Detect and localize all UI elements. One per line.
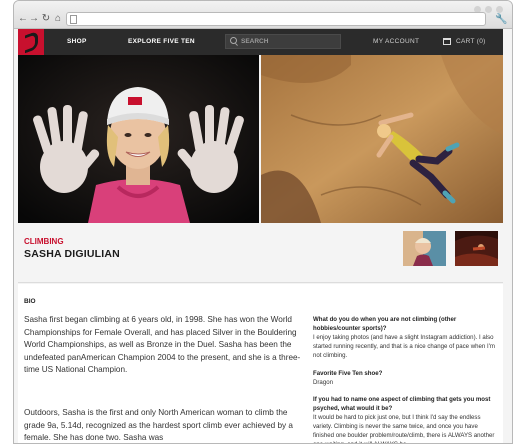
bio-paragraph: Outdoors, Sasha is the first and only No… — [24, 408, 293, 442]
back-arrow-icon[interactable]: ← — [18, 14, 28, 24]
bio-paragraph: Sasha first began climbing at 6 years ol… — [24, 315, 301, 374]
search-input[interactable]: SEARCH — [225, 34, 341, 49]
qa-item: What do you do when you are not climbing… — [313, 315, 498, 360]
qa-question: If you had to name one aspect of climbin… — [313, 396, 491, 412]
address-bar[interactable] — [66, 12, 486, 26]
cart-icon[interactable] — [443, 38, 451, 45]
gallery-thumbnail[interactable] — [403, 231, 446, 266]
page-viewport: SHOP EXPLORE FIVE TEN SEARCH MY ACCOUNT … — [14, 29, 512, 443]
search-icon — [230, 37, 237, 44]
nav-explore-five-ten[interactable]: EXPLORE FIVE TEN — [128, 29, 195, 55]
climbing-illustration — [261, 55, 503, 223]
five-ten-logo[interactable] — [18, 29, 44, 55]
qa-item: If you had to name one aspect of climbin… — [313, 395, 498, 443]
qa-item: Favorite Five Ten shoe? Dragon — [313, 369, 498, 387]
thumbnail-climbing — [455, 231, 498, 266]
hero-portrait-image — [18, 55, 259, 223]
browser-toolbar: ← → ↻ ⌂ 🔧 — [14, 1, 512, 29]
bio-heading: BIO — [24, 298, 36, 305]
window-maximize-button[interactable] — [496, 6, 503, 13]
logo-mark-icon — [25, 30, 38, 54]
cart-link[interactable]: CART (0) — [456, 29, 486, 55]
search-placeholder: SEARCH — [241, 38, 269, 45]
page-icon — [70, 15, 77, 24]
reload-icon[interactable]: ↻ — [41, 14, 51, 24]
bio-section: BIO Sasha first began climbing at 6 year… — [18, 284, 503, 443]
gallery-thumbnail[interactable] — [455, 231, 498, 266]
profile-header: CLIMBING SASHA DIGIULIAN — [18, 223, 503, 283]
qa-answer: I enjoy taking photos (and have a slight… — [313, 334, 495, 359]
site-header: SHOP EXPLORE FIVE TEN SEARCH MY ACCOUNT … — [18, 29, 503, 55]
qa-question: Favorite Five Ten shoe? — [313, 370, 383, 377]
browser-window: ← → ↻ ⌂ 🔧 SHOP EXPLORE FIVE TEN SEARCH M… — [13, 0, 513, 444]
home-icon[interactable]: ⌂ — [53, 14, 63, 24]
forward-arrow-icon[interactable]: → — [29, 14, 39, 24]
thumbnail-portrait — [403, 231, 446, 266]
qa-question: What do you do when you are not climbing… — [313, 316, 457, 332]
athlete-category: CLIMBING — [24, 237, 64, 246]
hero-climbing-image — [261, 55, 503, 223]
nav-shop[interactable]: SHOP — [67, 29, 87, 55]
my-account-link[interactable]: MY ACCOUNT — [373, 29, 419, 55]
window-minimize-button[interactable] — [485, 6, 492, 13]
qa-answer: Dragon — [313, 379, 333, 386]
athlete-name: SASHA DIGIULIAN — [24, 248, 120, 260]
qa-answer: It would be hard to pick just one, but I… — [313, 414, 495, 443]
portrait-illustration — [18, 55, 259, 223]
wrench-icon[interactable]: 🔧 — [495, 14, 507, 25]
